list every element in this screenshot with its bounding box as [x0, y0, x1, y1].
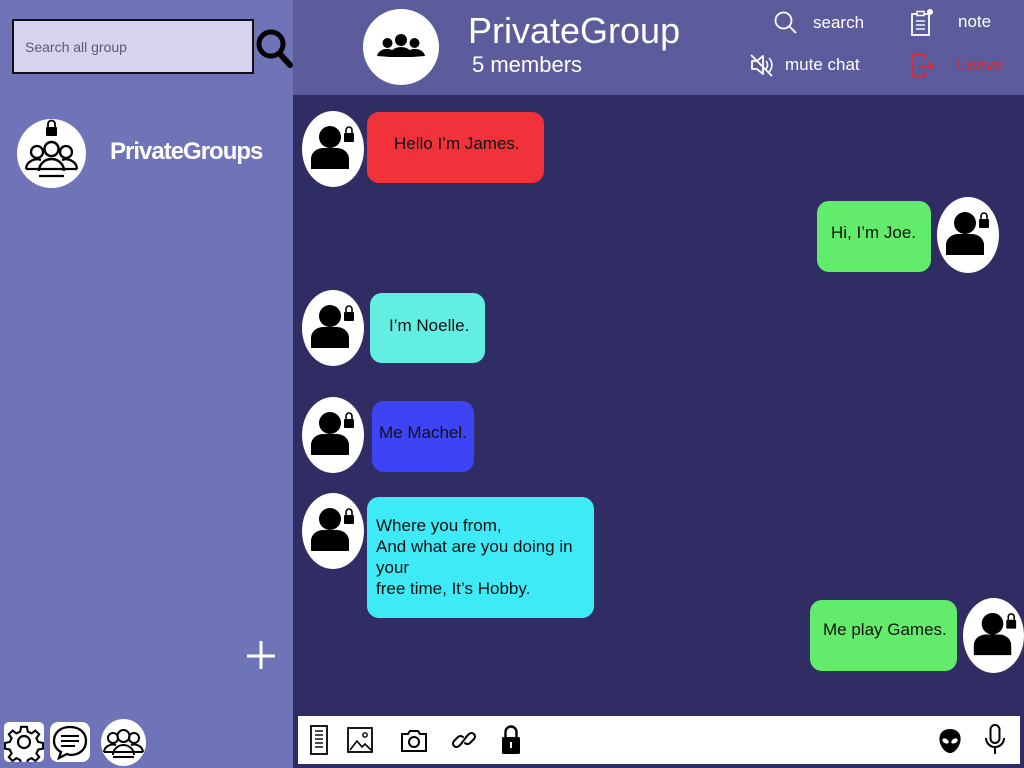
leave-group-button[interactable]: Leave: [909, 52, 1003, 78]
search-label: search: [813, 13, 865, 32]
member-count: 5 members: [472, 52, 583, 77]
message-text: your: [376, 558, 410, 577]
image-icon[interactable]: [346, 724, 374, 756]
message-bubble: I’m Noelle.: [370, 293, 485, 363]
chat-bubble-icon[interactable]: [50, 722, 90, 762]
sidebar: PrivateGroups: [0, 0, 293, 768]
search-icon: [773, 10, 799, 36]
group-list-item-label: PrivateGroups: [110, 138, 263, 165]
message-text: free time, It’s Hobby.: [376, 579, 531, 598]
chat-title: PrivateGroup: [468, 10, 681, 51]
message-text: I’m Noelle.: [389, 316, 470, 335]
message-bubble: Hello I’m James.: [367, 112, 544, 183]
message-text: And what are you doing in: [376, 537, 573, 556]
groups-icon[interactable]: [101, 719, 146, 766]
search-chat-button[interactable]: search: [773, 10, 864, 36]
add-group-button[interactable]: [243, 637, 279, 673]
group-list-item[interactable]: PrivateGroups: [17, 119, 287, 189]
message-text: Me Machel.: [379, 423, 467, 442]
user-avatar-locked-icon[interactable]: [302, 111, 364, 187]
lock-icon[interactable]: [499, 723, 523, 757]
group-search-box[interactable]: [12, 19, 254, 74]
message-bubble: Where you from, And what are you doing in…: [367, 497, 594, 618]
user-avatar-locked-icon[interactable]: [302, 290, 364, 366]
search-icon[interactable]: [255, 27, 293, 69]
user-avatar-locked-icon[interactable]: [302, 397, 364, 473]
note-label: note: [958, 12, 992, 31]
microphone-icon[interactable]: [982, 722, 1008, 758]
chat-header: PrivateGroup 5 members search note mute …: [293, 0, 1024, 95]
user-avatar-locked-icon[interactable]: [302, 493, 364, 569]
group-avatar-icon: [363, 9, 439, 85]
message-text: Hello I’m James.: [394, 134, 520, 153]
message-bubble: Me Machel.: [372, 401, 474, 472]
note-button[interactable]: note: [908, 9, 992, 36]
speaker-mute-icon: [749, 52, 775, 78]
user-avatar-locked-icon[interactable]: [963, 598, 1024, 673]
leave-label: Leave: [957, 55, 1004, 74]
clipboard-note-icon: [908, 9, 934, 36]
settings-gear-icon[interactable]: [3, 722, 45, 766]
camera-icon[interactable]: [399, 724, 429, 756]
mute-chat-button[interactable]: mute chat: [749, 52, 860, 78]
link-icon[interactable]: [451, 724, 477, 756]
message-text: Hi, I’m Joe.: [831, 223, 917, 242]
message-toolbar: [298, 716, 1020, 764]
message-bubble: Hi, I’m Joe.: [817, 201, 931, 272]
document-icon[interactable]: [308, 724, 330, 756]
group-search-input[interactable]: [25, 38, 252, 55]
user-avatar-locked-icon[interactable]: [937, 197, 999, 273]
alien-emoji-icon[interactable]: [936, 724, 964, 756]
message-bubble: Me play Games.: [810, 600, 957, 671]
exit-door-icon: [909, 52, 935, 78]
mute-chat-label: mute chat: [785, 55, 860, 74]
message-text: Where you from,: [376, 516, 502, 535]
group-lock-icon: [17, 119, 86, 188]
message-text: Me play Games.: [823, 620, 947, 639]
